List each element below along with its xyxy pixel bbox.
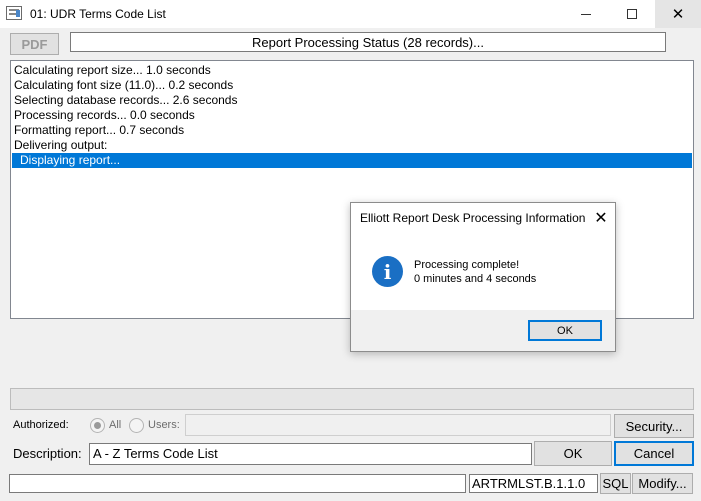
status-field [9, 474, 466, 493]
log-line[interactable]: Calculating font size (11.0)... 0.2 seco… [14, 78, 233, 93]
radio-users-label[interactable]: Users: [148, 419, 180, 431]
description-input[interactable]: A - Z Terms Code List [89, 443, 532, 465]
progress-bar [10, 388, 694, 410]
log-line[interactable]: Processing records... 0.0 seconds [14, 108, 195, 123]
radio-all[interactable] [90, 418, 105, 433]
window-title: 01: UDR Terms Code List [30, 7, 166, 21]
log-line[interactable]: Delivering output: [14, 138, 107, 153]
dialog-ok-button[interactable]: OK [528, 320, 602, 341]
close-icon: ✕ [594, 210, 608, 227]
modify-button[interactable]: Modify... [632, 473, 693, 494]
radio-users[interactable] [129, 418, 144, 433]
cancel-button[interactable]: Cancel [614, 441, 694, 466]
users-input[interactable] [185, 414, 611, 436]
minimize-icon [581, 13, 591, 15]
report-window-icon [6, 6, 22, 20]
maximize-icon [627, 9, 637, 19]
report-status-field: Report Processing Status (28 records)... [70, 32, 666, 52]
close-window-button[interactable]: ✕ [655, 0, 701, 28]
dialog-message: Processing complete! [414, 259, 520, 271]
dialog-title: Elliott Report Desk Processing Informati… [360, 211, 586, 225]
dialog-close-button[interactable]: ✕ [589, 207, 613, 229]
info-icon: i [372, 256, 403, 287]
ok-button[interactable]: OK [534, 441, 612, 466]
authorized-label: Authorized: [13, 419, 69, 431]
pdf-button[interactable]: PDF [10, 33, 59, 55]
maximize-button[interactable] [609, 0, 655, 28]
dialog-message-duration: 0 minutes and 4 seconds [414, 273, 537, 285]
log-line[interactable]: Formatting report... 0.7 seconds [14, 123, 184, 138]
report-code-field: ARTRMLST.B.1.1.0 [469, 474, 598, 493]
log-line-selected[interactable]: Displaying report... [12, 153, 692, 168]
log-line[interactable]: Selecting database records... 2.6 second… [14, 93, 237, 108]
dialog-footer: OK [351, 310, 615, 351]
processing-info-dialog: Elliott Report Desk Processing Informati… [350, 202, 616, 352]
security-button[interactable]: Security... [614, 414, 694, 438]
sql-button[interactable]: SQL [600, 473, 631, 494]
description-label: Description: [13, 446, 82, 461]
radio-all-label[interactable]: All [109, 419, 121, 431]
close-icon: ✕ [671, 6, 685, 23]
minimize-button[interactable] [563, 0, 609, 28]
log-line[interactable]: Calculating report size... 1.0 seconds [14, 63, 211, 78]
